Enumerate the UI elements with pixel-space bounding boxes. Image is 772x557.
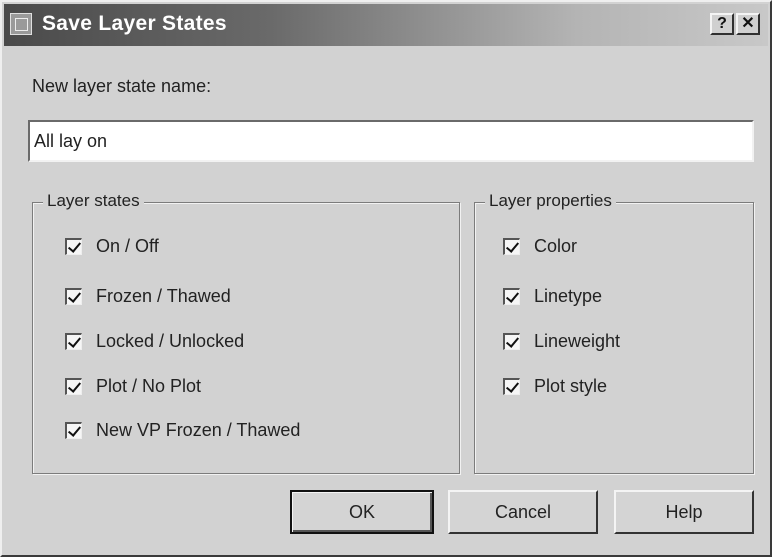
- checkbox-row-on-off[interactable]: On / Off: [65, 233, 159, 259]
- frozen-thawed-checkbox[interactable]: [65, 287, 82, 305]
- checkbox-row-locked-unlocked[interactable]: Locked / Unlocked: [65, 328, 244, 354]
- checkbox-row-plot-no-plot[interactable]: Plot / No Plot: [65, 373, 201, 399]
- plot-style-label[interactable]: Plot style: [534, 376, 607, 397]
- linetype-label[interactable]: Linetype: [534, 286, 602, 307]
- checkbox-row-plot-style[interactable]: Plot style: [503, 373, 607, 399]
- locked-unlocked-label[interactable]: Locked / Unlocked: [96, 331, 244, 352]
- lineweight-checkbox[interactable]: [503, 332, 520, 350]
- plot-style-checkbox[interactable]: [503, 377, 520, 395]
- help-button[interactable]: Help: [614, 490, 754, 534]
- checkbox-row-new-vp-frozen-thawed[interactable]: New VP Frozen / Thawed: [65, 417, 300, 443]
- cancel-button[interactable]: Cancel: [448, 490, 598, 534]
- layer-properties-group: Layer properties Color Linetype Lineweig…: [474, 191, 754, 474]
- checkbox-row-linetype[interactable]: Linetype: [503, 283, 602, 309]
- layer-states-group-title: Layer states: [43, 191, 144, 211]
- layer-properties-group-title: Layer properties: [485, 191, 616, 211]
- new-vp-frozen-thawed-checkbox[interactable]: [65, 421, 82, 439]
- lineweight-label[interactable]: Lineweight: [534, 331, 620, 352]
- ok-button[interactable]: OK: [290, 490, 434, 534]
- title-bar: Save Layer States ? ✕: [4, 4, 768, 46]
- layer-states-group: Layer states On / Off Frozen / Thawed Lo…: [32, 191, 460, 474]
- plot-no-plot-checkbox[interactable]: [65, 377, 82, 395]
- close-button[interactable]: ✕: [736, 13, 760, 35]
- plot-no-plot-label[interactable]: Plot / No Plot: [96, 376, 201, 397]
- color-checkbox[interactable]: [503, 237, 520, 255]
- linetype-checkbox[interactable]: [503, 287, 520, 305]
- locked-unlocked-checkbox[interactable]: [65, 332, 82, 350]
- window-icon: [10, 13, 32, 35]
- window-title: Save Layer States: [42, 12, 227, 35]
- color-label[interactable]: Color: [534, 236, 577, 257]
- layer-state-name-label: New layer state name:: [32, 76, 212, 96]
- frozen-thawed-label[interactable]: Frozen / Thawed: [96, 286, 231, 307]
- save-layer-states-dialog: Save Layer States ? ✕ New layer state na…: [0, 0, 772, 557]
- checkbox-row-color[interactable]: Color: [503, 233, 577, 259]
- checkbox-row-frozen-thawed[interactable]: Frozen / Thawed: [65, 283, 231, 309]
- checkbox-row-lineweight[interactable]: Lineweight: [503, 328, 620, 354]
- on-off-checkbox[interactable]: [65, 237, 82, 255]
- help-question-button[interactable]: ?: [710, 13, 734, 35]
- layer-state-name-input[interactable]: [28, 120, 754, 162]
- on-off-label[interactable]: On / Off: [96, 236, 159, 257]
- new-vp-frozen-thawed-label[interactable]: New VP Frozen / Thawed: [96, 420, 300, 441]
